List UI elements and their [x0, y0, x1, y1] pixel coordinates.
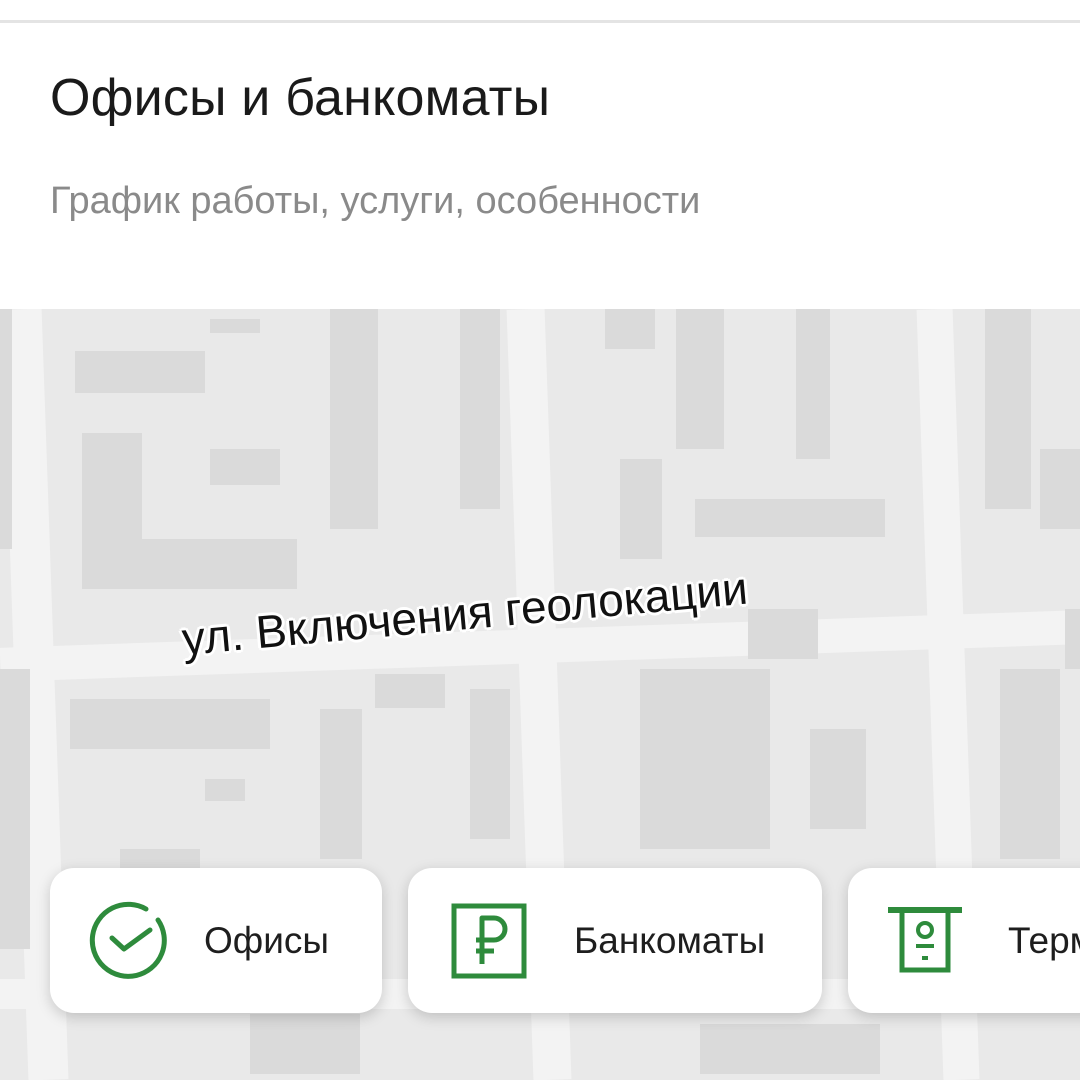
offices-filter-button[interactable]: Офисы — [50, 868, 382, 1013]
app-screen: Офисы и банкоматы График работы, услуги,… — [0, 0, 1080, 1080]
page-subtitle: График работы, услуги, особенности — [50, 180, 701, 222]
terminal-icon — [884, 900, 966, 982]
ruble-atm-icon — [448, 900, 530, 982]
terminals-filter-label: Терм — [1008, 919, 1080, 961]
atms-filter-label: Банкоматы — [574, 919, 766, 961]
terminals-filter-button[interactable]: Терм — [848, 868, 1080, 1013]
header — [0, 23, 1080, 309]
offices-filter-label: Офисы — [204, 919, 329, 961]
check-circle-icon — [86, 900, 168, 982]
atms-filter-button[interactable]: Банкоматы — [408, 868, 822, 1013]
page-title: Офисы и банкоматы — [50, 69, 551, 127]
